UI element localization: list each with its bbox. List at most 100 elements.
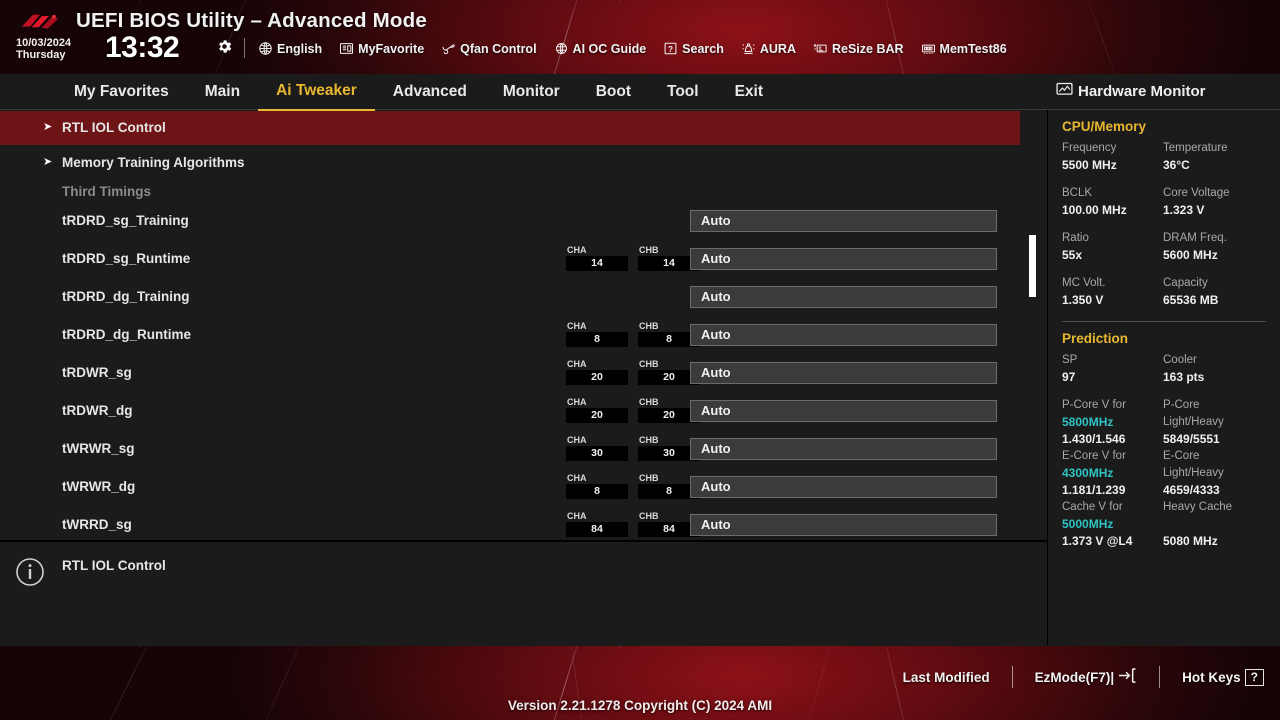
- setting-label: tWRWR_sg: [62, 441, 135, 456]
- hw-prediction-label: Light/Heavy: [1163, 467, 1224, 479]
- hw-stat-label: Frequency: [1062, 142, 1117, 154]
- ezmode-label: EzMode(F7)|: [1034, 669, 1115, 685]
- hw-spacer: [1062, 264, 1266, 275]
- header-tool-memtest86[interactable]: MemTest86: [921, 41, 1007, 56]
- header-tool-qfan-control[interactable]: Qfan Control: [441, 41, 537, 56]
- header-tool-aura[interactable]: AURA: [741, 41, 796, 56]
- hw-prediction-value: 1.373 V @L4: [1062, 534, 1133, 548]
- hw-stat-value: 5500 MHz: [1062, 158, 1117, 172]
- chevron-right-icon: ➤: [43, 121, 53, 133]
- settings-list: ➤ RTL IOL Control ➤ Memory Training Algorit…: [0, 110, 1047, 540]
- hw-stats-grid: Frequency Temperature 5500 MHz 36°C BCLK Core…: [1062, 140, 1266, 309]
- hw-prediction-label: E-Core: [1163, 450, 1200, 462]
- hw-stat-value: 55x: [1062, 248, 1083, 262]
- tab-main[interactable]: Main: [187, 74, 258, 110]
- tab-monitor[interactable]: Monitor: [485, 74, 578, 110]
- hw-stat-label: DRAM Freq.: [1163, 232, 1227, 244]
- channel-a-value: 20: [566, 370, 628, 385]
- setting-value-dropdown[interactable]: Auto: [690, 400, 997, 422]
- hw-prediction-label: [1163, 516, 1266, 533]
- hw-stat-value: 163 pts: [1163, 370, 1205, 384]
- header-tool-label: Qfan Control: [460, 41, 537, 56]
- tab-tool[interactable]: Tool: [649, 74, 717, 110]
- tab-my-favorites[interactable]: My Favorites: [56, 74, 187, 110]
- setting-value-dropdown[interactable]: Auto: [690, 438, 997, 460]
- last-modified-button[interactable]: Last Modified: [903, 670, 990, 685]
- gear-icon[interactable]: [216, 38, 233, 55]
- setting-value-dropdown[interactable]: Auto: [690, 514, 997, 536]
- myfavorite-icon: [339, 41, 354, 56]
- hw-stat-label: Temperature: [1163, 142, 1228, 154]
- setting-value-dropdown[interactable]: Auto: [690, 324, 997, 346]
- ezmode-button[interactable]: EzMode(F7)|: [1035, 668, 1138, 686]
- channel-a-caption: CHA: [567, 245, 587, 255]
- nav-tabs: My Favorites Main Ai Tweaker Advanced Monito…: [0, 73, 1047, 111]
- hw-stat-label: Ratio: [1062, 232, 1089, 244]
- setting-row[interactable]: tWRRD_sg CHA 84 CHB 84 Auto: [0, 508, 1020, 540]
- hw-stat-label: MC Volt.: [1062, 277, 1106, 289]
- setting-row[interactable]: tRDRD_dg_Training Auto: [0, 280, 1020, 314]
- hotkeys-button[interactable]: Hot Keys ?: [1182, 668, 1264, 686]
- question-icon: ?: [663, 41, 678, 56]
- version-text: Version 2.21.1278 Copyright (C) 2024 AMI: [507, 698, 773, 713]
- tab-advanced[interactable]: Advanced: [375, 74, 485, 110]
- page-title: UEFI BIOS Utility – Advanced Mode: [76, 9, 427, 32]
- header-tool-ai-oc-guide[interactable]: AI OC Guide: [554, 41, 647, 56]
- help-bar: RTL IOL Control: [0, 540, 1047, 646]
- setting-row[interactable]: tRDWR_dg CHA 20 CHB 20 Auto: [0, 394, 1020, 428]
- setting-value-dropdown[interactable]: Auto: [690, 286, 997, 308]
- hw-section-title: Prediction: [1062, 331, 1129, 346]
- setting-value-dropdown[interactable]: Auto: [690, 248, 997, 270]
- setting-label: RTL IOL Control: [62, 120, 166, 135]
- hw-stat-value: 1.323 V: [1163, 203, 1205, 217]
- setting-row[interactable]: tWRWR_dg CHA 8 CHB 8 Auto: [0, 470, 1020, 504]
- setting-row[interactable]: tRDWR_sg CHA 20 CHB 20 Auto: [0, 356, 1020, 390]
- setting-row[interactable]: tWRWR_sg CHA 30 CHB 30 Auto: [0, 432, 1020, 466]
- scrollbar-track[interactable]: [1029, 114, 1036, 538]
- header-tool-search[interactable]: ? Search: [663, 41, 724, 56]
- hw-prediction-value: 4659/4333: [1163, 483, 1220, 497]
- channel-a-caption: CHA: [567, 473, 587, 483]
- setting-label: tRDRD_sg_Runtime: [62, 251, 191, 266]
- hw-spacer: [1062, 219, 1266, 230]
- hw-prediction-label: E-Core V for: [1062, 450, 1126, 462]
- hw-stat-value: 1.350 V: [1062, 293, 1104, 307]
- submenu-row[interactable]: ➤ RTL IOL Control: [0, 111, 1020, 145]
- hw-stat-label: SP: [1062, 354, 1078, 366]
- memtest-icon: [921, 41, 936, 56]
- channel-a-value: 8: [566, 332, 628, 347]
- setting-row[interactable]: tRDRD_sg_Training Auto: [0, 204, 1020, 238]
- tab-boot[interactable]: Boot: [578, 74, 649, 110]
- hw-prediction-freq: 4300MHz: [1062, 466, 1114, 480]
- setting-value-dropdown[interactable]: Auto: [690, 476, 997, 498]
- hw-section-title: CPU/Memory: [1062, 119, 1147, 134]
- channel-a-cell: CHA 8: [566, 321, 628, 347]
- tab-ai-tweaker[interactable]: Ai Tweaker: [258, 73, 375, 111]
- setting-row[interactable]: tRDRD_sg_Runtime CHA 14 CHB 14 Auto: [0, 242, 1020, 276]
- setting-label: tWRWR_dg: [62, 479, 136, 494]
- header: UEFI BIOS Utility – Advanced Mode 10/03/…: [0, 0, 1280, 74]
- hw-divider: [1062, 321, 1266, 322]
- scrollbar-thumb[interactable]: [1029, 235, 1036, 297]
- hw-stats-grid: SP Cooler 97 163 pts: [1062, 352, 1266, 386]
- header-tool-label: AURA: [759, 41, 796, 56]
- setting-row[interactable]: tRDRD_dg_Runtime CHA 8 CHB 8 Auto: [0, 318, 1020, 352]
- header-tool-english[interactable]: English: [258, 41, 322, 56]
- hw-prediction-label: Light/Heavy: [1163, 416, 1224, 428]
- hardware-monitor-title-bar: Hardware Monitor: [1047, 74, 1280, 110]
- tab-exit[interactable]: Exit: [717, 74, 781, 110]
- channel-a-caption: CHA: [567, 359, 587, 369]
- channel-a-cell: CHA 20: [566, 397, 628, 423]
- channel-a-caption: CHA: [567, 511, 587, 521]
- hw-stat-label: Core Voltage: [1163, 187, 1230, 199]
- setting-label: tRDRD_dg_Training: [62, 289, 190, 304]
- aura-icon: [741, 41, 756, 56]
- hw-prediction-label: P-Core V for: [1062, 399, 1126, 411]
- header-tool-label: MemTest86: [939, 41, 1007, 56]
- header-tool-resize-bar[interactable]: ReSize BAR: [813, 41, 904, 56]
- header-tool-myfavorite[interactable]: MyFavorite: [339, 41, 424, 56]
- header-tool-label: AI OC Guide: [572, 41, 647, 56]
- setting-value-dropdown[interactable]: Auto: [690, 210, 997, 232]
- footer-divider-2: [1159, 666, 1161, 688]
- setting-value-dropdown[interactable]: Auto: [690, 362, 997, 384]
